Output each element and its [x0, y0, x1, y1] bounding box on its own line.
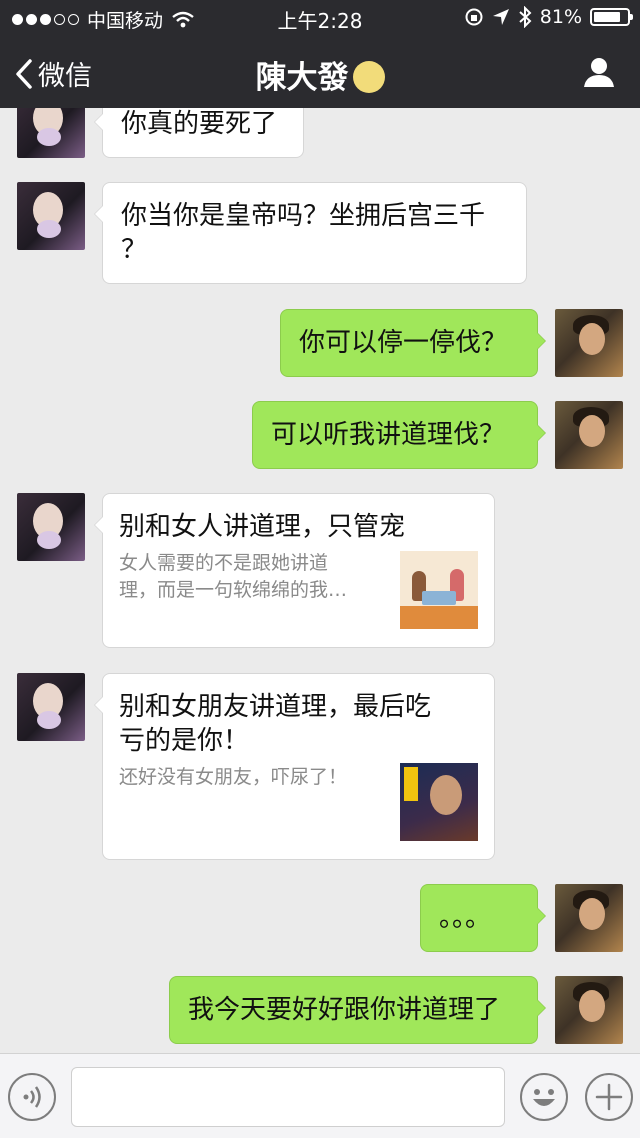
- card-title: 别和女朋友讲道理，最后吃 亏的是你！: [119, 692, 432, 756]
- message-bubble[interactable]: 你当你是皇帝吗？坐拥后宫三千 ？: [94, 182, 527, 284]
- card-thumbnail: [400, 763, 478, 841]
- message-bubble-outgoing[interactable]: 你可以停一停伐？: [280, 309, 546, 377]
- plus-icon: [595, 1083, 623, 1111]
- message-text-line: ？: [121, 235, 148, 265]
- chat-title-text: 陳大發: [255, 60, 349, 96]
- message-input[interactable]: [71, 1067, 505, 1127]
- input-bar: [0, 1053, 640, 1138]
- contact-avatar[interactable]: [17, 108, 85, 158]
- voice-icon: [23, 1086, 41, 1108]
- battery-icon: [590, 8, 633, 26]
- contact-avatar[interactable]: [17, 493, 85, 561]
- voice-button[interactable]: [8, 1073, 56, 1121]
- location-arrow-icon: [492, 9, 509, 25]
- link-card[interactable]: 别和女朋友讲道理，最后吃 亏的是你！ 还好没有女朋友，吓尿了！: [94, 673, 495, 860]
- bluetooth-icon: [519, 6, 532, 28]
- nav-bar: 微信 陳大發: [0, 36, 640, 108]
- message-text: 我今天要好好跟你讲道理了: [188, 995, 501, 1025]
- my-avatar[interactable]: [555, 976, 623, 1044]
- my-avatar[interactable]: [555, 884, 623, 952]
- lock-rotation-icon: [465, 8, 483, 26]
- link-card[interactable]: 别和女人讲道理，只管宠 女人需要的不是跟她讲道 理，而是一句软绵绵的我…: [94, 493, 495, 648]
- message-text: 可以听我讲道理伐？: [271, 420, 506, 450]
- person-icon[interactable]: [582, 56, 616, 88]
- battery-percent: 81%: [539, 6, 582, 28]
- chat-title: 陳大發: [0, 52, 640, 97]
- message-bubble-outgoing[interactable]: 可以听我讲道理伐？: [252, 401, 546, 469]
- message-bubble[interactable]: 你真的要死了: [94, 108, 304, 158]
- card-description: 还好没有女朋友，吓尿了！: [119, 766, 348, 788]
- message-bubble-outgoing[interactable]: 。。。: [420, 884, 546, 952]
- message-bubble-outgoing[interactable]: 我今天要好好跟你讲道理了: [169, 976, 546, 1044]
- message-text: 。。。: [439, 903, 492, 933]
- my-avatar[interactable]: [555, 401, 623, 469]
- moon-emoji-icon: [352, 60, 385, 93]
- card-title: 别和女人讲道理，只管宠: [119, 512, 406, 542]
- contact-avatar[interactable]: [17, 182, 85, 250]
- message-text-line: 你当你是皇帝吗？坐拥后宫三千: [121, 201, 486, 231]
- message-text: 你可以停一停伐？: [299, 328, 508, 358]
- emoji-icon: [533, 1089, 555, 1106]
- top-bar: 中国移动 上午2:28 81% 微信 陳大發: [0, 0, 640, 108]
- chat-area[interactable]: 你真的要死了 你当你是皇帝吗？坐拥后宫三千 ？ 你可以停一停伐？ 可以听我讲道理…: [0, 108, 640, 1053]
- card-thumbnail: [400, 551, 478, 629]
- contact-avatar[interactable]: [17, 673, 85, 741]
- message-text: 你真的要死了: [121, 109, 278, 139]
- card-description: 女人需要的不是跟她讲道 理，而是一句软绵绵的我…: [119, 552, 348, 601]
- emoji-button[interactable]: [520, 1073, 568, 1121]
- plus-button[interactable]: [585, 1073, 633, 1121]
- status-bar: 中国移动 上午2:28 81%: [0, 0, 640, 36]
- my-avatar[interactable]: [555, 309, 623, 377]
